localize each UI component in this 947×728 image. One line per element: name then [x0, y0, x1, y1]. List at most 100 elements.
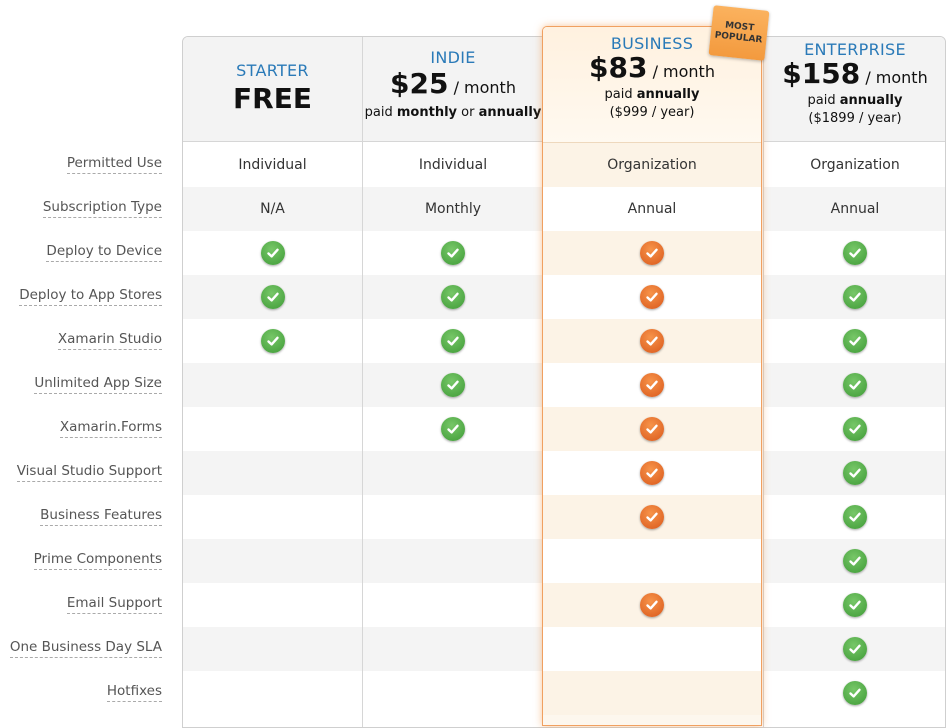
plan-column-enterprise: ENTERPRISE $158 / month paid annually ($… — [763, 37, 945, 727]
yearly-price: ($999 / year) — [609, 105, 695, 120]
feature-cells-enterprise: Organization Annual — [764, 143, 945, 715]
feature-label[interactable]: Hotfixes — [106, 683, 162, 702]
checkmark-icon — [843, 329, 867, 353]
feature-cell — [183, 275, 362, 319]
feature-cell — [764, 231, 945, 275]
feature-value: Annual — [543, 187, 761, 231]
feature-cell — [363, 231, 543, 275]
feature-label[interactable]: Permitted Use — [66, 155, 162, 174]
feature-cell — [183, 539, 362, 583]
feature-cell — [764, 539, 945, 583]
checkmark-icon — [260, 285, 285, 309]
feature-label[interactable]: Xamarin Studio — [57, 331, 162, 350]
checkmark-icon — [640, 329, 664, 353]
feature-cell — [543, 495, 761, 539]
billing-terms: paid annually — [604, 87, 700, 102]
feature-cell — [183, 627, 362, 671]
feature-cell — [543, 451, 761, 495]
feature-cell — [363, 363, 543, 407]
plan-price: $83 — [589, 51, 648, 84]
feature-label-row: Prime Components — [0, 538, 174, 582]
plan-name: ENTERPRISE — [804, 40, 906, 59]
feature-cell — [543, 627, 761, 671]
feature-value: Individual — [363, 143, 543, 187]
feature-label-row: Email Support — [0, 582, 174, 626]
ribbon-line-2: POPULAR — [714, 30, 763, 46]
checkmark-icon — [640, 373, 664, 397]
billing-terms: paid monthly or annually — [364, 105, 542, 120]
feature-label-row: Visual Studio Support — [0, 450, 174, 494]
feature-label[interactable]: Deploy to App Stores — [19, 287, 162, 306]
feature-cell — [183, 495, 362, 539]
checkmark-icon — [640, 285, 664, 309]
feature-cell — [363, 275, 543, 319]
feature-label-row: Xamarin Studio — [0, 318, 174, 362]
plan-column-indie: INDIE $25 / month paid monthly or annual… — [363, 37, 543, 727]
checkmark-icon — [640, 417, 664, 441]
checkmark-icon — [441, 329, 465, 353]
feature-label[interactable]: Prime Components — [33, 551, 162, 570]
feature-cell — [764, 671, 945, 715]
feature-cell — [543, 319, 761, 363]
plan-price: FREE — [233, 82, 312, 115]
price-period: / month — [453, 78, 516, 97]
feature-value: N/A — [183, 187, 362, 231]
feature-cell — [183, 407, 362, 451]
price-period: / month — [652, 62, 715, 81]
billing-terms: paid annually — [807, 93, 903, 108]
feature-label[interactable]: Deploy to Device — [46, 243, 162, 262]
feature-cell — [764, 451, 945, 495]
feature-cell — [764, 407, 945, 451]
feature-value: Annual — [764, 187, 945, 231]
feature-cells-business: Organization Annual — [543, 143, 761, 715]
feature-cell — [543, 363, 761, 407]
checkmark-icon — [843, 461, 867, 485]
checkmark-icon — [640, 241, 664, 265]
feature-label[interactable]: Subscription Type — [42, 199, 162, 218]
price-period: / month — [865, 68, 928, 87]
feature-label[interactable]: Business Features — [40, 507, 162, 526]
feature-cell — [543, 539, 761, 583]
feature-cell — [183, 231, 362, 275]
feature-label[interactable]: One Business Day SLA — [9, 639, 162, 658]
checkmark-icon — [843, 549, 867, 573]
plan-price: $25 — [390, 67, 449, 100]
feature-cell — [543, 275, 761, 319]
feature-value: Organization — [543, 143, 761, 187]
checkmark-icon — [843, 241, 867, 265]
feature-value: Monthly — [363, 187, 543, 231]
feature-cell — [543, 583, 761, 627]
feature-label-row: Xamarin.Forms — [0, 406, 174, 450]
feature-cell — [183, 363, 362, 407]
feature-cell — [363, 319, 543, 363]
feature-cell — [183, 583, 362, 627]
plan-header-starter: STARTER FREE — [183, 37, 362, 142]
checkmark-icon — [441, 285, 465, 309]
feature-label-row: Business Features — [0, 494, 174, 538]
feature-cell — [363, 495, 543, 539]
checkmark-icon — [640, 505, 664, 529]
checkmark-icon — [843, 681, 867, 705]
checkmark-icon — [843, 373, 867, 397]
checkmark-icon — [260, 241, 285, 265]
feature-cell — [183, 671, 362, 715]
checkmark-icon — [260, 329, 285, 353]
checkmark-icon — [843, 417, 867, 441]
plan-name: STARTER — [236, 61, 309, 80]
feature-cell — [183, 451, 362, 495]
feature-cell — [764, 583, 945, 627]
checkmark-icon — [843, 593, 867, 617]
checkmark-icon — [843, 637, 867, 661]
feature-label[interactable]: Xamarin.Forms — [59, 419, 162, 438]
feature-label[interactable]: Email Support — [66, 595, 162, 614]
checkmark-icon — [843, 285, 867, 309]
feature-label[interactable]: Unlimited App Size — [34, 375, 162, 394]
feature-cells-starter: Individual N/A — [183, 143, 362, 715]
checkmark-icon — [441, 241, 465, 265]
feature-label[interactable]: Visual Studio Support — [16, 463, 162, 482]
feature-value: Organization — [764, 143, 945, 187]
plan-price: $158 — [782, 57, 861, 90]
feature-label-row: Deploy to App Stores — [0, 274, 174, 318]
checkmark-icon — [441, 417, 465, 441]
feature-cell — [764, 495, 945, 539]
